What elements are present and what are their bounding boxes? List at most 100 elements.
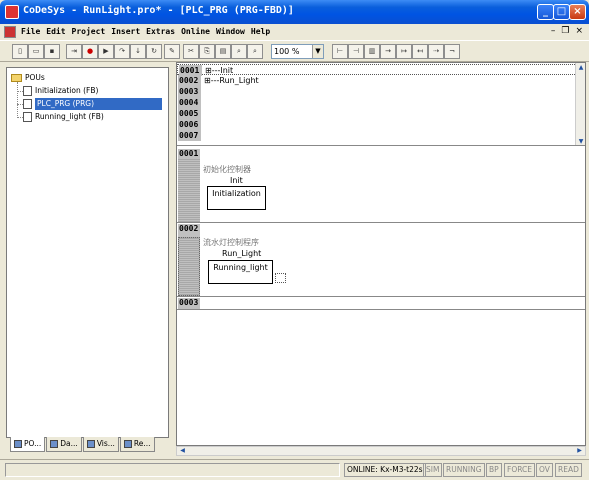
open-file-icon[interactable]: ▭ <box>28 44 44 59</box>
decl-line[interactable]: 0007 <box>177 130 577 141</box>
scroll-up-icon[interactable]: ▲ <box>576 63 585 72</box>
tree-item-label: Initialization (FB) <box>35 86 99 95</box>
tree-item-running-light[interactable]: Running_light (FB) <box>17 111 104 123</box>
login-icon[interactable]: ⇥ <box>66 44 82 59</box>
tree-item-plc-prg[interactable]: PLC_PRG (PRG) <box>17 98 162 110</box>
pou-tree-panel[interactable]: POUs Initialization (FB) PLC_PRG (PRG) R… <box>6 67 169 438</box>
find-next-icon[interactable]: ⌕ <box>247 44 263 59</box>
mdi-minimize-icon[interactable]: – <box>551 26 556 36</box>
function-block-type: Running_light <box>213 263 268 272</box>
line-number: 0004 <box>178 97 201 108</box>
minimize-button[interactable]: _ <box>537 4 554 20</box>
fb-instance-name[interactable]: Init <box>230 176 243 185</box>
decl-line[interactable]: 0004 <box>177 97 577 108</box>
cut-icon[interactable]: ✂ <box>183 44 199 59</box>
pou-icon <box>14 440 22 448</box>
tab-data-types[interactable]: Da... <box>46 437 82 452</box>
app-icon[interactable] <box>5 5 19 19</box>
line-number: 0002 <box>178 75 201 86</box>
jump-icon[interactable]: ↦ <box>396 44 412 59</box>
menu-edit[interactable]: Edit <box>46 27 65 36</box>
fbd-editor[interactable]: 0001 ⊞---Init 0002 ⊞---Run_Light 0003 00… <box>176 62 586 446</box>
decl-text: ⊞---Run_Light <box>204 76 259 85</box>
pou-icon <box>23 112 32 122</box>
function-block[interactable]: Running_light <box>208 260 273 284</box>
network-3[interactable]: 0003 <box>177 298 585 310</box>
assign-icon[interactable]: → <box>380 44 396 59</box>
tree-item-initialization[interactable]: Initialization (FB) <box>17 85 98 97</box>
save-icon[interactable]: ▪ <box>44 44 60 59</box>
document-icon[interactable] <box>4 26 16 38</box>
close-button[interactable]: × <box>569 4 586 20</box>
data-type-icon <box>50 440 59 448</box>
status-sim: SIM <box>423 463 443 477</box>
decl-line[interactable]: 0002 ⊞---Run_Light <box>177 75 577 86</box>
horizontal-scrollbar[interactable]: ◀ ▶ <box>176 446 586 456</box>
output-pin[interactable] <box>275 273 286 283</box>
paste-icon[interactable]: ▤ <box>215 44 231 59</box>
box-icon[interactable]: ▥ <box>364 44 380 59</box>
zoom-select[interactable]: 100 % ▼ <box>271 44 324 59</box>
function-block[interactable]: Initialization <box>207 186 266 210</box>
window-title: CoDeSys - RunLight.pro* - [PLC_PRG (PRG-… <box>23 5 294 16</box>
menu-extras[interactable]: Extras <box>146 27 175 36</box>
object-tabs: PO... Da... Vis... Re... <box>10 437 156 452</box>
network-after-icon[interactable]: ⊣ <box>348 44 364 59</box>
network-2[interactable]: 0002 流水灯控制程序 Run_Light Running_light <box>177 224 585 297</box>
menu-online[interactable]: Online <box>181 27 210 36</box>
decl-line[interactable]: 0006 <box>177 119 577 130</box>
single-cycle-icon[interactable]: ↻ <box>146 44 162 59</box>
pou-icon <box>23 86 32 96</box>
copy-icon[interactable]: ⎘ <box>199 44 215 59</box>
function-block-type: Initialization <box>212 189 261 198</box>
menu-help[interactable]: Help <box>251 27 270 36</box>
mdi-restore-icon[interactable]: ❐ <box>561 26 569 36</box>
write-values-icon[interactable]: ✎ <box>164 44 180 59</box>
maximize-button[interactable]: □ <box>553 4 570 20</box>
stop-icon[interactable]: ● <box>82 44 98 59</box>
mdi-close-icon[interactable]: × <box>575 26 583 36</box>
menu-window[interactable]: Window <box>216 27 245 36</box>
network-number: 0001 <box>178 149 200 222</box>
status-online: ONLINE: Kx-M3-t22s <box>344 463 426 477</box>
scroll-down-icon[interactable]: ▼ <box>576 137 585 145</box>
vertical-scrollbar[interactable]: ▲ ▼ <box>575 63 585 145</box>
negate-icon[interactable]: ¬ <box>444 44 460 59</box>
tree-item-label: Running_light (FB) <box>35 112 104 121</box>
status-read: READ <box>555 463 582 477</box>
run-icon[interactable]: ▶ <box>98 44 114 59</box>
folder-icon <box>11 74 22 82</box>
network-1[interactable]: 0001 初始化控制器 Init Initialization <box>177 149 585 223</box>
zoom-value: 100 % <box>274 47 300 56</box>
chevron-down-icon[interactable]: ▼ <box>312 45 323 58</box>
status-force: FORCE <box>504 463 536 477</box>
input-icon[interactable]: ⇢ <box>428 44 444 59</box>
menu-file[interactable]: File <box>21 27 40 36</box>
line-number: 0006 <box>178 119 201 130</box>
new-file-icon[interactable]: ▯ <box>12 44 28 59</box>
menu-project[interactable]: Project <box>72 27 106 36</box>
network-number: 0003 <box>178 298 200 309</box>
tab-pous[interactable]: PO... <box>10 437 46 452</box>
line-number: 0007 <box>178 130 201 141</box>
fb-instance-name[interactable]: Run_Light <box>222 249 261 258</box>
scroll-right-icon[interactable]: ▶ <box>575 447 584 455</box>
step-over-icon[interactable]: ↷ <box>114 44 130 59</box>
return-icon[interactable]: ↤ <box>412 44 428 59</box>
menu-insert[interactable]: Insert <box>111 27 140 36</box>
decl-line[interactable]: 0003 <box>177 86 577 97</box>
network-before-icon[interactable]: ⊢ <box>332 44 348 59</box>
status-bar: ONLINE: Kx-M3-t22s SIM RUNNING BP FORCE … <box>0 459 589 480</box>
decl-line[interactable]: 0001 ⊞---Init <box>177 64 577 76</box>
scroll-left-icon[interactable]: ◀ <box>178 447 187 455</box>
network-comment: 流水灯控制程序 <box>203 238 259 247</box>
tree-item-label: PLC_PRG (PRG) <box>35 98 162 110</box>
step-in-icon[interactable]: ↓ <box>130 44 146 59</box>
tab-resources[interactable]: Re... <box>119 437 155 452</box>
decl-line[interactable]: 0005 <box>177 108 577 119</box>
tab-visualizations[interactable]: Vis... <box>82 437 119 452</box>
toolbar: ▯ ▭ ▪ ⇥ ● ▶ ↷ ↓ ↻ ✎ ✂ ⎘ ▤ ⌕ ⌕ 100 % ▼ ⊢ … <box>0 40 589 62</box>
find-icon[interactable]: ⌕ <box>231 44 247 59</box>
declaration-pane[interactable]: 0001 ⊞---Init 0002 ⊞---Run_Light 0003 00… <box>177 63 585 146</box>
title-bar[interactable]: CoDeSys - RunLight.pro* - [PLC_PRG (PRG-… <box>0 0 589 24</box>
